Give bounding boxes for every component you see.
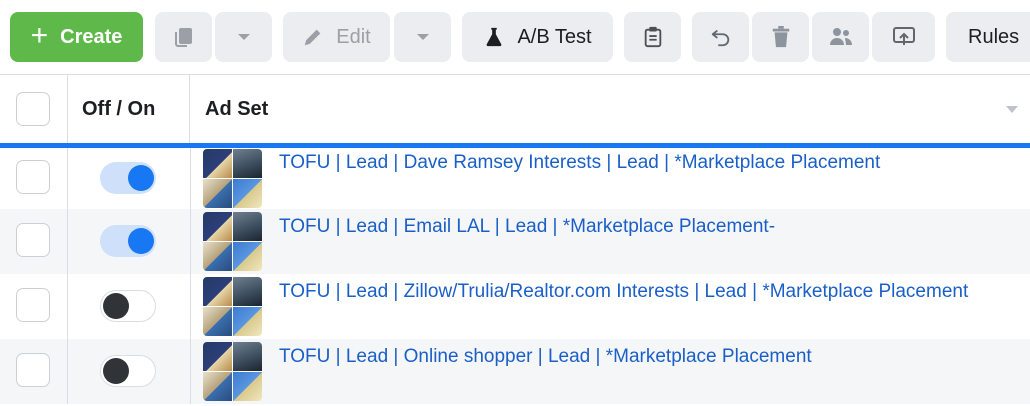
table-body: TOFU | Lead | Dave Ramsey Interests | Le… <box>0 148 1030 404</box>
column-divider <box>67 339 68 404</box>
delete-button[interactable] <box>752 12 809 62</box>
edit-dropdown-button[interactable] <box>394 12 451 62</box>
row-checkbox[interactable] <box>16 223 50 257</box>
chevron-down-icon <box>416 34 429 40</box>
plus-icon: + <box>30 18 49 52</box>
adset-name-link[interactable]: TOFU | Lead | Email LAL | Lead | *Market… <box>279 216 775 238</box>
duplicate-button[interactable] <box>155 12 212 62</box>
row-toggle[interactable] <box>100 290 156 322</box>
export-icon <box>892 27 915 45</box>
toggle-knob <box>128 165 154 191</box>
column-divider <box>67 148 68 209</box>
row-checkbox[interactable] <box>16 160 50 194</box>
toolbar: + Create Edit A/B Test Rules <box>0 0 1030 75</box>
ab-test-label: A/B Test <box>517 25 592 48</box>
beaker-icon <box>487 27 502 47</box>
column-divider <box>67 274 68 339</box>
create-label: Create <box>60 25 123 48</box>
rules-button[interactable]: Rules <box>946 12 1030 62</box>
adset-thumbnail <box>203 212 262 271</box>
column-divider <box>190 209 191 274</box>
audience-button[interactable] <box>812 12 869 62</box>
clipboard-icon <box>644 26 661 48</box>
duplicate-dropdown-button[interactable] <box>215 12 272 62</box>
edit-button[interactable]: Edit <box>283 12 390 62</box>
adset-name-link[interactable]: TOFU | Lead | Online shopper | Lead | *M… <box>279 346 812 368</box>
column-header-toggle[interactable]: Off / On <box>68 75 190 143</box>
column-divider <box>67 209 68 274</box>
undo-button[interactable] <box>692 12 749 62</box>
row-toggle[interactable] <box>100 162 156 194</box>
adset-thumbnail <box>203 342 262 401</box>
table-row: TOFU | Lead | Dave Ramsey Interests | Le… <box>0 148 1030 209</box>
row-toggle[interactable] <box>100 355 156 387</box>
column-divider <box>190 274 191 339</box>
column-divider <box>190 148 191 209</box>
trash-icon <box>772 26 789 48</box>
ab-test-button[interactable]: A/B Test <box>462 12 613 62</box>
clipboard-button[interactable] <box>624 12 681 62</box>
table-row: TOFU | Lead | Email LAL | Lead | *Market… <box>0 209 1030 274</box>
duplicate-icon <box>174 28 192 47</box>
column-header-adset[interactable]: Ad Set <box>190 75 1030 143</box>
table-row: TOFU | Lead | Zillow/Trulia/Realtor.com … <box>0 274 1030 339</box>
chevron-down-icon <box>237 34 250 40</box>
adset-name-link[interactable]: TOFU | Lead | Dave Ramsey Interests | Le… <box>279 152 880 174</box>
toggle-knob <box>128 228 154 254</box>
row-checkbox[interactable] <box>16 353 50 387</box>
select-all-checkbox[interactable] <box>16 92 50 126</box>
adset-name-link[interactable]: TOFU | Lead | Zillow/Trulia/Realtor.com … <box>279 281 968 303</box>
adset-thumbnail <box>203 149 262 208</box>
row-checkbox[interactable] <box>16 288 50 322</box>
toggle-knob <box>103 293 129 319</box>
pencil-icon <box>305 29 321 46</box>
table-header: Off / On Ad Set <box>0 75 1030 143</box>
toggle-knob <box>103 358 129 384</box>
header-checkbox-cell <box>0 75 68 143</box>
column-divider <box>190 339 191 404</box>
edit-label: Edit <box>336 25 371 48</box>
undo-icon <box>711 29 729 47</box>
column-header-adset-label: Ad Set <box>205 97 269 120</box>
table-row: TOFU | Lead | Online shopper | Lead | *M… <box>0 339 1030 404</box>
sort-caret-icon[interactable] <box>1006 106 1018 113</box>
rules-label: Rules <box>968 25 1020 48</box>
export-button[interactable] <box>872 12 935 62</box>
adset-thumbnail <box>203 277 262 336</box>
people-icon <box>829 28 852 45</box>
row-toggle[interactable] <box>100 225 156 257</box>
create-button[interactable]: + Create <box>10 12 143 62</box>
